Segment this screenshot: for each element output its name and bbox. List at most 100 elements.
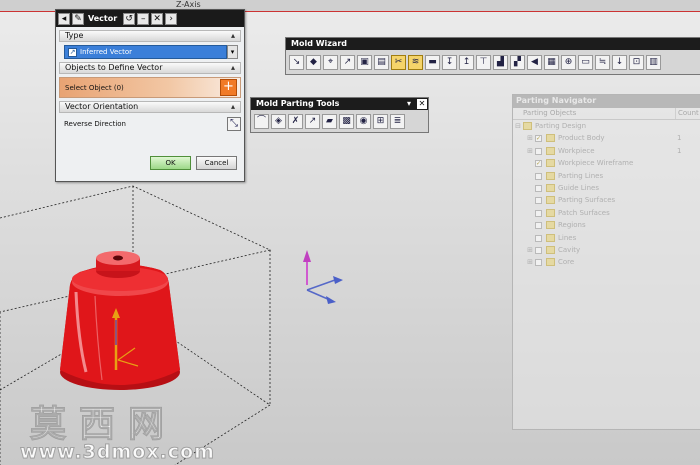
visibility-checkbox[interactable] [535, 172, 542, 180]
mold-csys-icon[interactable]: ⌖ [323, 54, 338, 70]
reset-icon[interactable]: ↺ [123, 12, 136, 25]
folder-icon [546, 221, 555, 230]
crosshair-select-icon[interactable]: + [220, 79, 237, 96]
tree-expander-icon[interactable]: ⊞ [526, 256, 534, 268]
runner-icon[interactable]: ▦ [544, 54, 559, 70]
tree-row[interactable]: ⊞ Workpiece 1 [513, 145, 700, 157]
tree-row[interactable]: Parting Lines [513, 170, 700, 182]
close-icon[interactable]: ✕ [151, 12, 164, 25]
back-arrow-icon[interactable]: ◂ [58, 12, 70, 25]
type-dropdown[interactable]: ↗ Inferred Vector ▾ [64, 45, 238, 59]
parting-icon[interactable]: ≋ [408, 54, 423, 70]
parting-navigator-icon[interactable]: ≣ [390, 113, 405, 129]
electrode-icon[interactable]: ▭ [578, 54, 593, 70]
visibility-checkbox[interactable] [535, 209, 542, 217]
curves-icon[interactable]: ✗ [288, 113, 303, 129]
project-init-icon[interactable]: ↘ [289, 54, 304, 70]
tree-row[interactable]: Guide Lines [513, 182, 700, 194]
column-count[interactable]: Count [676, 108, 699, 119]
pocket-icon[interactable]: ↓ [612, 54, 627, 70]
chevron-down-icon[interactable]: ▾ [227, 45, 238, 59]
tree-row-label: Guide Lines [558, 183, 600, 192]
folder-icon [546, 171, 555, 180]
tree-row[interactable]: Regions [513, 219, 700, 231]
subinsert-icon[interactable]: ▞ [510, 54, 525, 70]
tree-row-label: Workpiece [558, 146, 595, 155]
tree-row[interactable]: ✓ Workpiece Wireframe [513, 157, 700, 169]
ejector-pin-icon[interactable]: ↥ [459, 54, 474, 70]
bill-of-material-icon[interactable]: ⊡ [629, 54, 644, 70]
type-section-label: Type [65, 31, 84, 40]
tree-row[interactable]: ⊞ Cavity [513, 244, 700, 256]
ok-button[interactable]: OK [150, 156, 191, 170]
orientation-section-header[interactable]: Vector Orientation ▴ [59, 101, 241, 113]
family-mold-icon[interactable]: ◆ [306, 54, 321, 70]
minimize-icon[interactable]: – [137, 12, 150, 25]
tree-row[interactable]: ⊞ Core [513, 256, 700, 268]
patch-icon[interactable]: ▰ [322, 113, 337, 129]
gate-icon[interactable]: ◀ [527, 54, 542, 70]
visibility-checkbox[interactable] [535, 184, 542, 192]
workpiece-icon[interactable]: ▣ [357, 54, 372, 70]
visibility-checkbox[interactable] [535, 234, 542, 242]
visibility-checkbox[interactable]: ✓ [535, 160, 542, 168]
folder-icon [546, 208, 555, 217]
tree-row[interactable]: Patch Surfaces [513, 207, 700, 219]
tree-row[interactable]: Lines [513, 232, 700, 244]
post-process-icon[interactable]: ⊤ [476, 54, 491, 70]
cancel-button[interactable]: Cancel [196, 156, 237, 170]
trim-icon[interactable]: ≒ [595, 54, 610, 70]
mold-parting-titlebar[interactable]: Mold Parting Tools ▾ ✕ [251, 98, 428, 110]
select-object-row[interactable]: Select Object (0) + [59, 77, 241, 98]
reverse-direction-icon[interactable]: ⤡ [227, 117, 241, 131]
collapse-caret-icon[interactable]: ▴ [231, 63, 235, 73]
tree-row[interactable]: ⊟ Parting Design [513, 120, 700, 132]
type-section-header[interactable]: Type ▴ [59, 30, 241, 42]
reverse-direction-label: Reverse Direction [64, 120, 126, 128]
define-region-icon[interactable]: ▩ [339, 113, 354, 129]
parting-surface-icon[interactable]: ↗ [305, 113, 320, 129]
layout-icon[interactable]: ▤ [374, 54, 389, 70]
visibility-checkbox[interactable] [535, 259, 542, 267]
tree-expander-icon[interactable]: ⊞ [526, 145, 534, 157]
mold-base-icon[interactable]: ▬ [425, 54, 440, 70]
slider-icon[interactable]: ▟ [493, 54, 508, 70]
collapse-caret-icon[interactable]: ▴ [231, 31, 235, 41]
tree-expander-icon[interactable]: ⊞ [526, 132, 534, 144]
parting-navigator-title[interactable]: Parting Navigator [513, 95, 700, 108]
watermark-url: www.3dmox.com [20, 441, 215, 464]
tree-row-count: 1 [677, 134, 682, 143]
region-analysis-icon[interactable]: ⌒ [254, 113, 269, 129]
visibility-checkbox[interactable]: ✓ [535, 135, 542, 143]
mold-design-validation-icon[interactable]: ◈ [271, 113, 286, 129]
mold-wizard-icons: ↘ ◆ ⌖ ↗ ▣ ▤ ✂ ≋ ▬ ↧ ↥ ⊤ ▟ ▞ ◀ ▦ ⊕ ▭ ≒ ↓ ⊡ ▥ [286, 50, 700, 74]
visibility-checkbox[interactable] [535, 147, 542, 155]
copy-icon[interactable]: ⊞ [373, 113, 388, 129]
objects-section-header[interactable]: Objects to Define Vector ▴ [59, 62, 241, 74]
wrench-icon[interactable]: ✎ [72, 12, 84, 25]
mold-wizard-title[interactable]: Mold Wizard [286, 38, 700, 50]
close-icon[interactable]: ✕ [417, 99, 427, 109]
mold-parting-title: Mold Parting Tools [256, 99, 340, 108]
toolbar-options-icon[interactable]: ▾ [404, 99, 414, 109]
drawing-icon[interactable]: ▥ [646, 54, 661, 70]
forward-arrow-icon[interactable]: › [165, 12, 178, 25]
vector-dialog: ◂ ✎ Vector ↺ – ✕ › Type ▴ ↗ Inferred Vec… [55, 9, 245, 182]
visibility-checkbox[interactable] [535, 197, 542, 205]
tree-expander-icon[interactable]: ⊞ [526, 244, 534, 256]
visibility-checkbox[interactable] [535, 246, 542, 254]
standard-part-icon[interactable]: ↧ [442, 54, 457, 70]
tree-row[interactable]: Parting Surfaces [513, 194, 700, 206]
vector-dialog-titlebar[interactable]: ◂ ✎ Vector ↺ – ✕ › [56, 10, 244, 27]
shrinkage-icon[interactable]: ↗ [340, 54, 355, 70]
collapse-caret-icon[interactable]: ▴ [231, 102, 235, 112]
cooling-icon[interactable]: ⊕ [561, 54, 576, 70]
mold-tools-icon[interactable]: ✂ [391, 54, 406, 70]
type-select[interactable]: ↗ Inferred Vector [64, 45, 227, 59]
tree-expander-icon[interactable]: ⊟ [514, 120, 522, 132]
visibility-checkbox[interactable] [535, 222, 542, 230]
tree-row[interactable]: ⊞ ✓ Product Body 1 [513, 132, 700, 144]
product-body[interactable] [60, 251, 180, 390]
design-parting-icon[interactable]: ◉ [356, 113, 371, 129]
column-objects[interactable]: Parting Objects [513, 108, 676, 119]
